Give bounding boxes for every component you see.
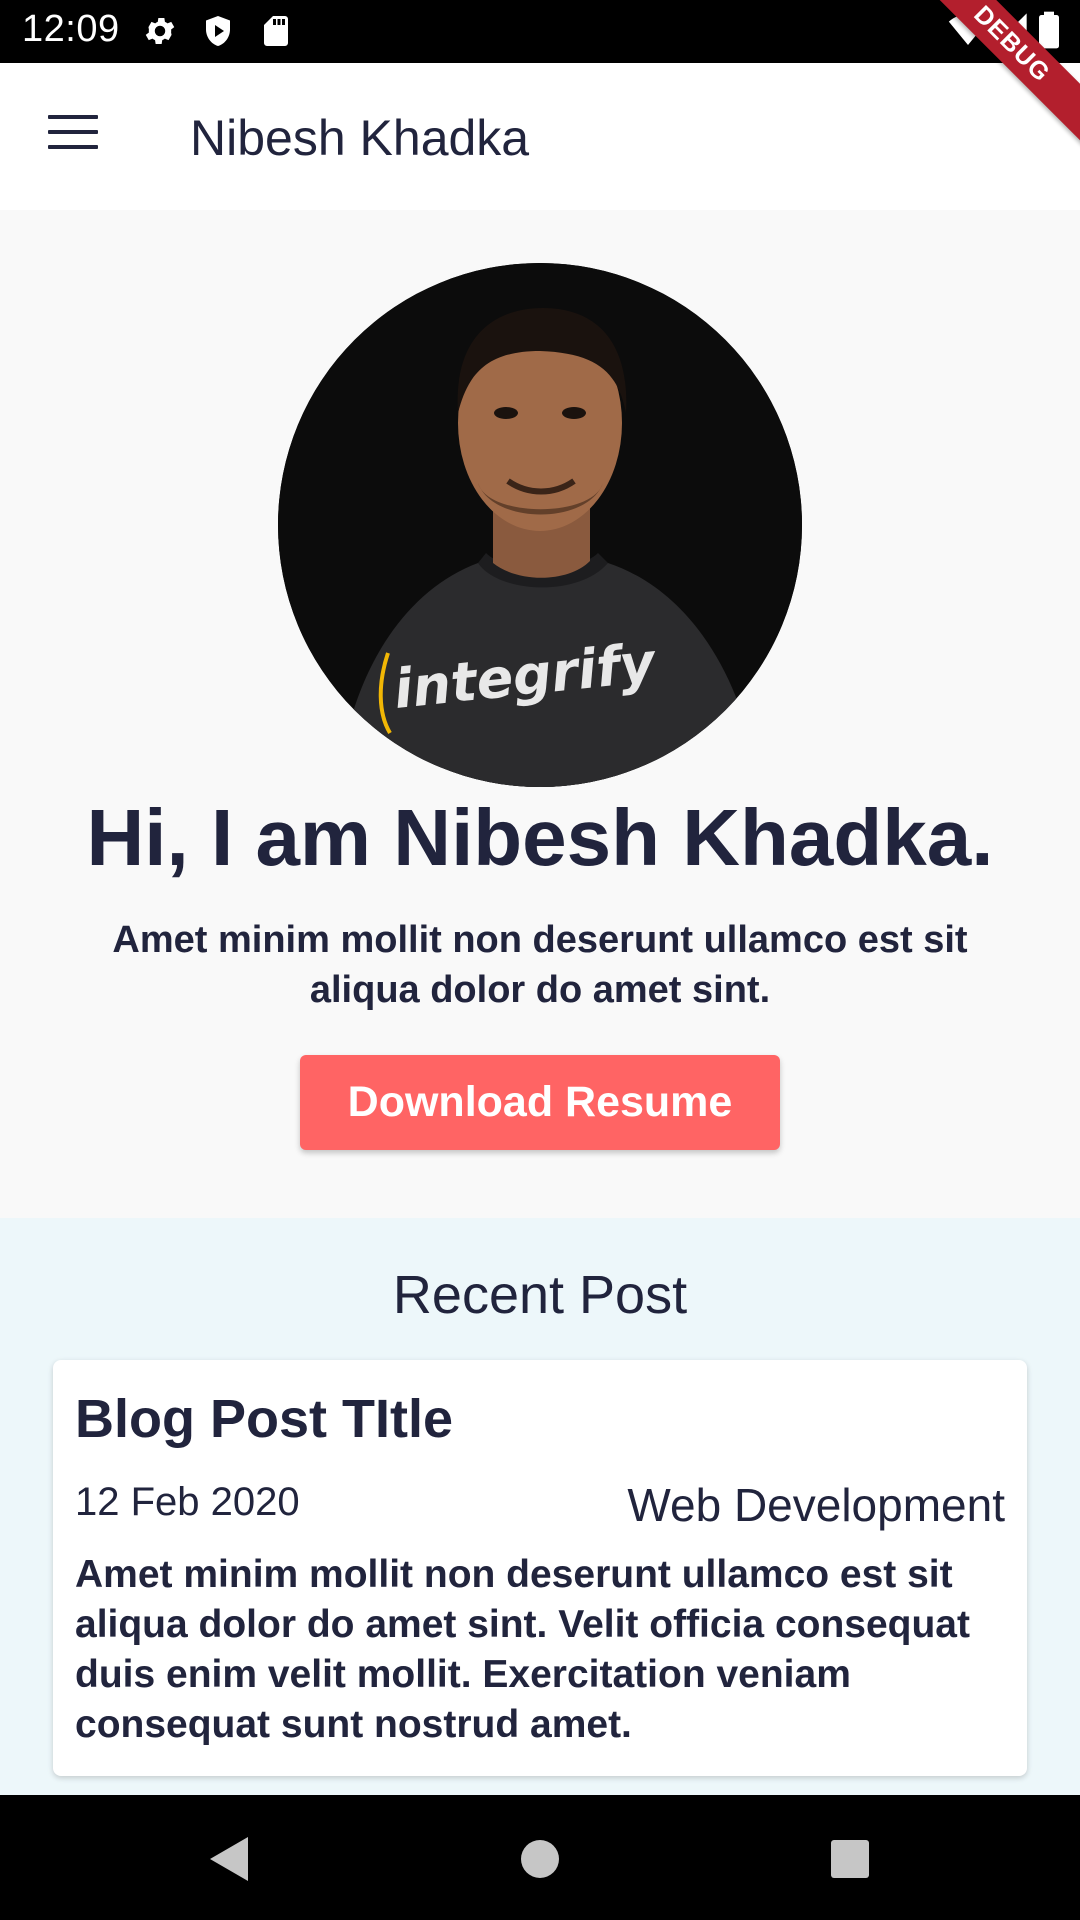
back-icon[interactable] [200, 1831, 260, 1887]
app-bar: Nibesh Khadka [0, 63, 1080, 210]
post-title: Blog Post TItle [75, 1389, 453, 1449]
hamburger-menu-icon[interactable] [48, 115, 98, 155]
hero-section: integrify Hi, I am Nibesh Khadka. Amet m… [0, 210, 1080, 1218]
status-time: 12:09 [22, 8, 120, 50]
download-resume-button[interactable]: Download Resume [300, 1055, 780, 1150]
gear-icon [145, 17, 175, 45]
shield-play-icon [206, 16, 230, 46]
recent-posts-section: Recent Post Blog Post TItle 12 Feb 2020 … [0, 1218, 1080, 1795]
sd-card-icon [264, 16, 288, 46]
app-screen: 12:09 DEBUG Nibesh Khadka integrify Hi, … [0, 0, 1080, 1920]
post-date: 12 Feb 2020 [75, 1480, 300, 1524]
hero-subtitle: Amet minim mollit non deserunt ullamco e… [112, 919, 968, 1011]
avatar-portrait: integrify [278, 263, 802, 787]
recent-posts-title: Recent Post [392, 1265, 688, 1325]
avatar: integrify [278, 263, 802, 787]
post-excerpt: Amet minim mollit non deserunt ullamco e… [75, 1553, 970, 1746]
status-bar: 12:09 [0, 0, 1080, 63]
blog-post-card[interactable]: Blog Post TItle 12 Feb 2020 Web Developm… [53, 1360, 1027, 1776]
home-icon[interactable] [510, 1831, 570, 1887]
recents-icon[interactable] [820, 1831, 880, 1887]
post-category: Web Development [627, 1479, 1005, 1531]
system-nav-bar [0, 1795, 1080, 1920]
hero-heading: Hi, I am Nibesh Khadka. [86, 793, 994, 882]
app-title: Nibesh Khadka [190, 110, 530, 166]
